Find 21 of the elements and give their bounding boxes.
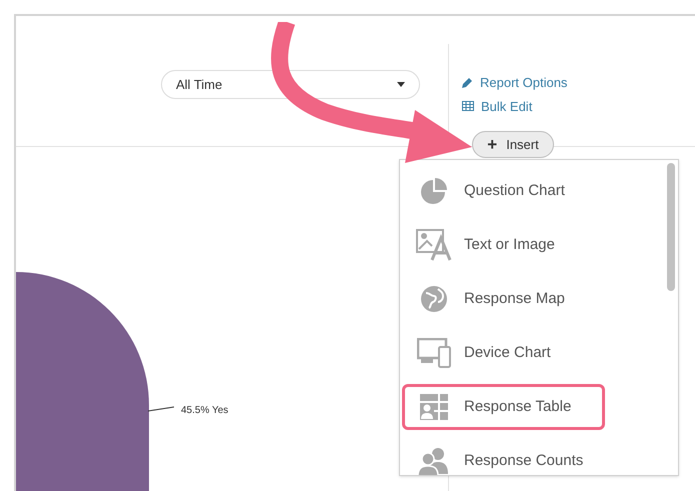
pie-label: 45.5% Yes [181,404,228,418]
link[interactable]: Report Options [462,73,568,92]
date-filter-dropdown[interactable]: All Time [161,70,420,99]
leader-line [148,406,174,412]
link[interactable]: Bulk Edit [462,96,568,116]
devices-icon [417,338,451,368]
table-icon [462,101,474,112]
caret-icon [397,82,405,87]
menu-item[interactable]: Question Chart [408,168,648,214]
insert-button[interactable]: + Insert [472,131,554,158]
pencil-icon [462,77,473,88]
menu-item[interactable]: Response Counts [408,438,648,475]
menu-item[interactable]: Response Table [402,384,605,430]
menu-item[interactable]: Device Chart [408,330,648,376]
contact-table-icon [419,393,449,421]
menu-item[interactable]: Response Map [408,276,648,322]
image-text-icon [416,229,452,261]
pie-chart-icon [420,177,448,205]
globe-icon [420,285,448,313]
menu-item[interactable]: Text or Image [408,222,648,268]
scrollbar[interactable] [667,163,675,291]
